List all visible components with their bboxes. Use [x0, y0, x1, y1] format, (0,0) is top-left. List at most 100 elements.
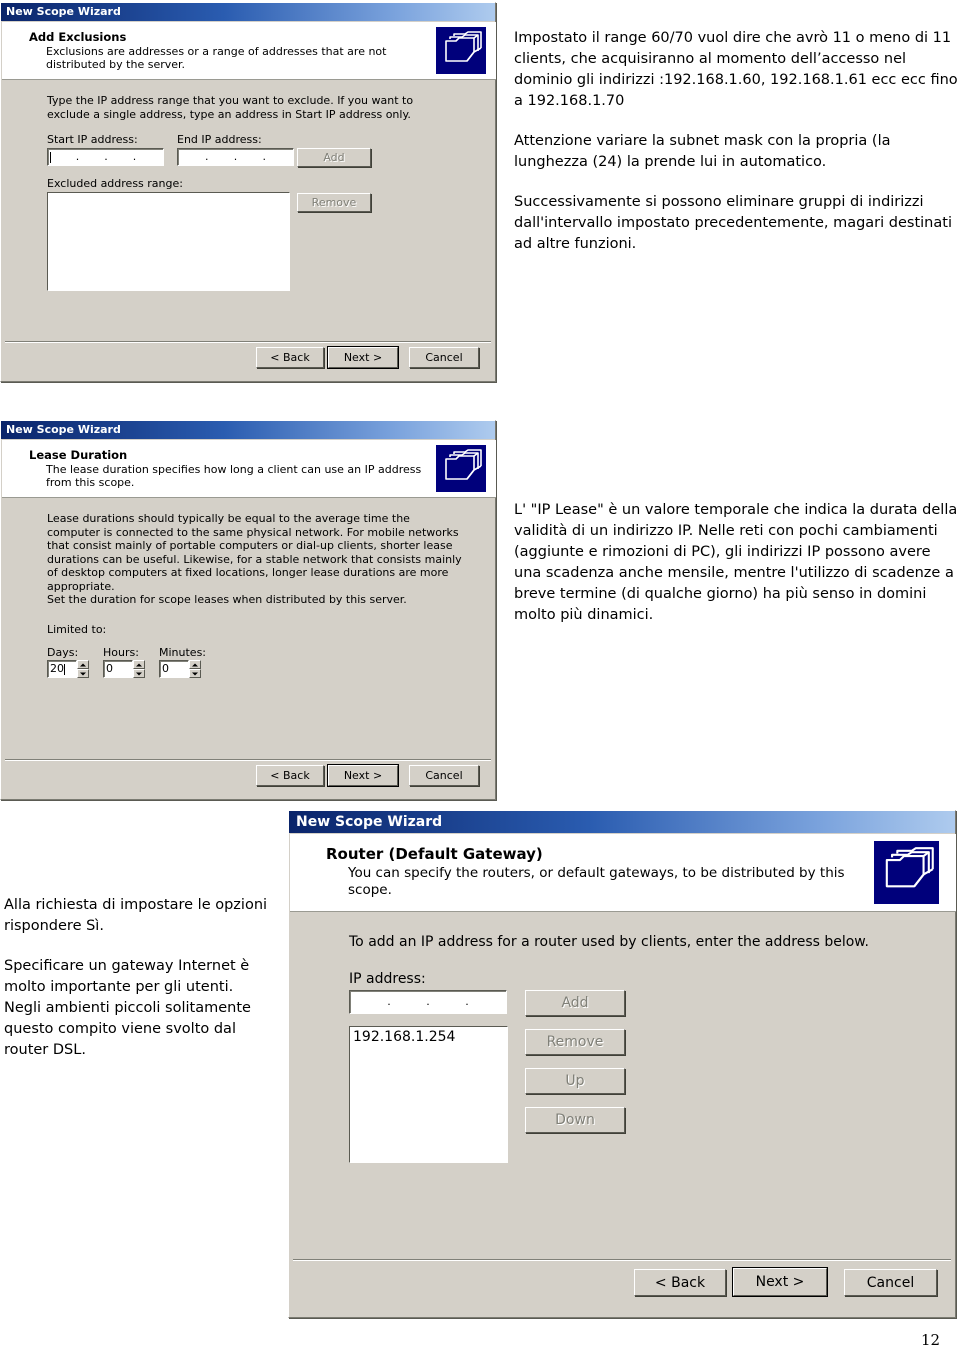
folders-icon-glyph: [445, 31, 482, 62]
note-exclusions: Impostato il range 60/70 vuol dire che a…: [514, 28, 960, 255]
chevron-down-icon: [192, 672, 198, 675]
button-bar-separator: [5, 759, 491, 761]
dialog-lease-duration: New Scope Wizard Lease Duration The leas…: [0, 420, 496, 800]
remove-button[interactable]: Remove: [297, 193, 371, 212]
note-router: Alla richiesta di impostare le opzioni r…: [4, 895, 272, 1061]
chevron-down-icon: [136, 672, 142, 675]
folders-icon-glyph: [445, 449, 482, 480]
router-list[interactable]: 192.168.1.254: [349, 1026, 508, 1163]
header-router: Router (Default Gateway) You can specify…: [290, 834, 956, 912]
add-button[interactable]: Add: [297, 148, 371, 167]
down-button[interactable]: Down: [525, 1107, 625, 1133]
label-end-ip: End IP address:: [177, 133, 262, 146]
label-ip-address: IP address:: [349, 971, 426, 987]
ip-separator: .: [465, 995, 469, 1008]
text-caret: [64, 663, 65, 675]
hours-stepper-down[interactable]: [133, 669, 145, 678]
back-button[interactable]: < Back: [634, 1269, 726, 1296]
next-button-label: Next >: [328, 347, 398, 368]
page-number: 12: [921, 1331, 941, 1349]
folders-icon-glyph: [885, 847, 934, 888]
note-paragraph: L' "IP Lease" è un valore temporale che …: [514, 502, 958, 623]
label-start-ip: Start IP address:: [47, 133, 138, 146]
body-add-exclusions: Type the IP address range that you want …: [1, 81, 495, 341]
days-stepper-up[interactable]: [77, 660, 89, 669]
label-days: Days:: [47, 646, 79, 659]
router-ip-input[interactable]: . . .: [349, 990, 507, 1014]
titlebar-router: New Scope Wizard: [289, 811, 955, 833]
button-bar-separator: [293, 1259, 951, 1261]
start-ip-input[interactable]: . . .: [47, 148, 164, 166]
chevron-down-icon: [80, 672, 86, 675]
up-button[interactable]: Up: [525, 1068, 625, 1094]
back-button[interactable]: < Back: [256, 765, 324, 786]
dialog-router-default-gateway: New Scope Wizard Router (Default Gateway…: [288, 810, 956, 1318]
next-button-label: Next >: [733, 1268, 827, 1296]
next-button[interactable]: Next >: [732, 1267, 828, 1297]
next-button[interactable]: Next >: [327, 346, 399, 369]
add-button[interactable]: Add: [525, 990, 625, 1016]
folders-icon: [436, 445, 486, 492]
note-paragraph: Attenzione variare la subnet mask con la…: [514, 133, 891, 170]
titlebar-add-exclusions: New Scope Wizard: [1, 3, 495, 21]
ip-separator: .: [262, 150, 267, 163]
ip-separator: .: [205, 150, 209, 163]
remove-button[interactable]: Remove: [525, 1029, 625, 1055]
excluded-range-list[interactable]: [47, 192, 290, 291]
next-button[interactable]: Next >: [327, 764, 399, 787]
ip-separator: .: [426, 995, 430, 1008]
ip-separator: .: [132, 150, 137, 163]
label-excluded-range: Excluded address range:: [47, 177, 183, 190]
minutes-stepper-up[interactable]: [189, 660, 201, 669]
button-bar-separator: [5, 341, 491, 343]
instruction-text: Type the IP address range that you want …: [47, 94, 414, 121]
page-subtitle-add-exclusions: Exclusions are addresses or a range of a…: [46, 45, 387, 71]
chevron-up-icon: [136, 663, 142, 666]
days-stepper[interactable]: [77, 660, 89, 678]
label-limited-to: Limited to:: [47, 623, 107, 636]
ip-separator: .: [75, 150, 80, 163]
cancel-button[interactable]: Cancel: [409, 347, 479, 368]
hours-value: 0: [106, 662, 113, 675]
page-title-lease-duration: Lease Duration: [29, 448, 128, 462]
page-title-add-exclusions: Add Exclusions: [29, 30, 127, 44]
hours-input[interactable]: 0: [103, 660, 133, 678]
end-ip-input[interactable]: . . .: [177, 148, 294, 166]
cancel-button[interactable]: Cancel: [409, 765, 479, 786]
minutes-stepper-down[interactable]: [189, 669, 201, 678]
body-lease-duration: Lease durations should typically be equa…: [1, 499, 495, 759]
cancel-button[interactable]: Cancel: [844, 1269, 937, 1296]
note-paragraph: Alla richiesta di impostare le opzioni r…: [4, 897, 268, 934]
minutes-value: 0: [162, 662, 169, 675]
folders-icon: [436, 27, 486, 74]
body-router: To add an IP address for a router used b…: [289, 913, 955, 1259]
back-button[interactable]: < Back: [256, 347, 324, 368]
page-subtitle-lease-duration: The lease duration specifies how long a …: [46, 463, 422, 489]
hours-stepper-up[interactable]: [133, 660, 145, 669]
label-minutes: Minutes:: [159, 646, 207, 659]
page-title-router: Router (Default Gateway): [326, 845, 543, 863]
ip-separator: .: [233, 150, 238, 163]
ip-separator: .: [104, 150, 108, 163]
note-paragraph: Successivamente si possono eliminare gru…: [514, 194, 952, 252]
note-paragraph: Impostato il range 60/70 vuol dire che a…: [514, 30, 958, 109]
next-button-label: Next >: [328, 765, 398, 786]
lease-description-text: Lease durations should typically be equa…: [47, 512, 462, 593]
minutes-input[interactable]: 0: [159, 660, 189, 678]
chevron-up-icon: [80, 663, 86, 666]
titlebar-lease-duration: New Scope Wizard: [1, 421, 495, 439]
hours-stepper[interactable]: [133, 660, 145, 678]
text-caret: [50, 151, 51, 163]
folders-icon: [874, 841, 939, 904]
note-paragraph: Specificare un gateway Internet è molto …: [4, 958, 251, 1058]
lease-instruction-text: Set the duration for scope leases when d…: [47, 593, 407, 606]
days-input[interactable]: 20: [47, 660, 77, 678]
minutes-stepper[interactable]: [189, 660, 201, 678]
page-subtitle-router: You can specify the routers, or default …: [348, 865, 845, 898]
ip-separator: .: [387, 995, 391, 1008]
dialog-add-exclusions: New Scope Wizard Add Exclusions Exclusio…: [0, 2, 496, 382]
header-lease-duration: Lease Duration The lease duration specif…: [2, 440, 496, 498]
instruction-text: To add an IP address for a router used b…: [349, 934, 869, 950]
list-item[interactable]: 192.168.1.254: [353, 1029, 504, 1045]
days-stepper-down[interactable]: [77, 669, 89, 678]
